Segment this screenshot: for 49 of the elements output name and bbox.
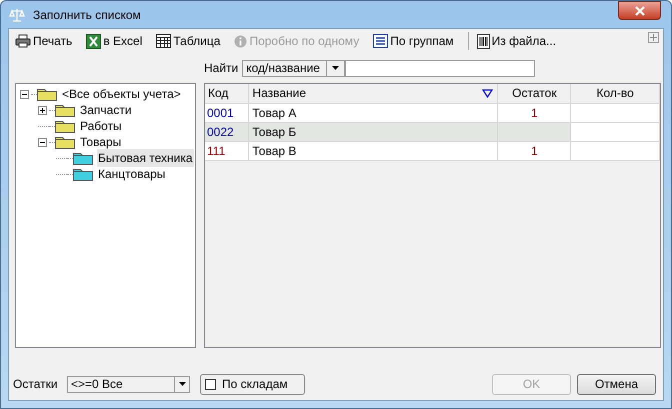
collapse-icon[interactable]	[38, 138, 47, 146]
tree-item[interactable]: Канцтовары	[97, 165, 166, 183]
toolbar-button[interactable]: Из файла...	[474, 31, 558, 51]
search-field[interactable]	[345, 60, 536, 76]
toolbar-button[interactable]: Таблица	[154, 31, 222, 51]
column-header[interactable]: Название	[252, 84, 306, 102]
table-cell: 0022	[207, 124, 234, 138]
tree-item[interactable]: Товары	[79, 133, 122, 151]
tree-item[interactable]: <Все объекты учета>	[61, 85, 182, 103]
close-button[interactable]	[618, 1, 661, 20]
table-cell: Товар Б	[252, 124, 296, 138]
close-icon	[634, 6, 644, 16]
info-icon	[234, 34, 248, 48]
table-row[interactable]: 111 Товар В 1	[205, 141, 660, 160]
expand-icon[interactable]	[38, 106, 47, 114]
tree-item[interactable]: Бытовая техника	[97, 149, 194, 167]
column-header[interactable]: Код	[208, 84, 228, 102]
table-cell: 0001	[207, 106, 234, 120]
toolbar-button[interactable]: Печать	[13, 31, 74, 51]
scales-icon	[9, 6, 25, 22]
tree-item[interactable]: Работы	[79, 117, 123, 135]
list-icon	[373, 34, 388, 48]
printer-icon	[15, 34, 31, 48]
toolbar-button[interactable]: По группам	[371, 31, 456, 51]
caret-icon	[332, 66, 340, 70]
barcode-document-icon	[476, 34, 490, 48]
spreadsheet-icon	[86, 34, 102, 48]
search-label: Найти	[204, 60, 238, 77]
stock-label: Остатки	[13, 376, 59, 393]
table-cell: 1	[531, 106, 538, 120]
tree-item[interactable]: Запчасти	[79, 101, 133, 119]
table-cell: Товар В	[252, 144, 296, 158]
sort-icon	[482, 88, 494, 98]
table-cell: 111	[207, 144, 226, 158]
dialog-button[interactable]: Отмена	[577, 374, 656, 394]
toolbar-button[interactable]: в Excel	[84, 31, 144, 51]
table-row[interactable]: 0022 Товар Б	[205, 122, 660, 141]
by-warehouse-checkbox[interactable]: По складам	[200, 374, 305, 394]
window-title: Заполнить списком	[33, 6, 141, 24]
table-row[interactable]: 0001 Товар А 1	[205, 103, 660, 122]
column-header[interactable]: Кол-во	[596, 84, 634, 102]
search-mode-dropdown[interactable]: код/название	[242, 60, 346, 76]
table-icon	[156, 34, 172, 48]
caret-icon	[178, 382, 186, 386]
stock-filter-dropdown[interactable]: <>=0 Все	[67, 376, 190, 392]
collapse-icon[interactable]	[20, 90, 29, 98]
table-cell: Товар А	[252, 106, 296, 120]
table-cell: 1	[531, 144, 538, 158]
column-header[interactable]: Остаток	[512, 84, 557, 102]
